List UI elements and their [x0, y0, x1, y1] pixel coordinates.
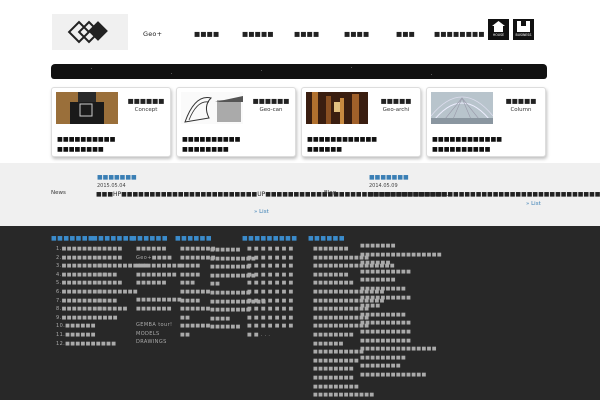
footer-heading[interactable]: ■■■■■■ — [308, 235, 395, 242]
nav-item-3[interactable]: ■■■■■ — [242, 30, 274, 38]
footer-link[interactable]: ■■■■ — [360, 302, 442, 311]
card-column[interactable]: ■■■■■ Column ■■■■■■■■■■■■ ■■■■■■■■■■ — [426, 87, 546, 157]
news-list-link[interactable]: » List — [254, 209, 269, 215]
card-description: ■■■■■■■■■■ ■■■■■■■■ — [57, 136, 116, 153]
nav-item-2[interactable]: ■■■■ — [194, 30, 219, 38]
nav-item-6[interactable]: ■■■ — [396, 30, 415, 38]
nav-item-7[interactable]: ■■■■■■■■ — [434, 30, 485, 38]
card-subtitle: Concept — [134, 107, 158, 113]
footer-link[interactable]: ■■■■■■■■■■■■■ — [360, 371, 442, 380]
main-nav: Geo+ ■■■■ ■■■■■ ■■■■ ■■■■ ■■■ ■■■■■■■■ — [140, 30, 485, 40]
blog-text[interactable]: ■■■■■■■■■■■■■■■■■■■■■■■■■■■■■■■■■■■■■■■■… — [368, 191, 600, 200]
footer-link[interactable]: ■■■■■■ — [360, 259, 442, 268]
card-description: ■■■■■■■■■■ ■■■■■■■■ — [182, 136, 241, 153]
nav-item-4[interactable]: ■■■■ — [294, 30, 319, 38]
footer-link[interactable]: ■■■■■■■■■■■■■■■■ — [360, 251, 442, 260]
blog-list-link[interactable]: » List — [526, 201, 541, 207]
page: Geo+ ■■■■ ■■■■■ ■■■■ ■■■■ ■■■ ■■■■■■■■ H… — [0, 0, 600, 400]
house-button-label: HOUSE — [492, 33, 505, 37]
nav-item-5[interactable]: ■■■■ — [344, 30, 369, 38]
footer-link[interactable]: ■■■■■■■■■ — [360, 285, 442, 294]
footer-link[interactable]: ■■■■■■■■■■■■■■■ — [360, 345, 442, 354]
card-concept[interactable]: ■■■■■■ Concept ■■■■■■■■■■ ■■■■■■■■ — [51, 87, 171, 157]
footer-link[interactable]: DRAWINGS — [136, 338, 182, 347]
footer-link[interactable]: ■■■■■■■■■ — [360, 311, 442, 320]
hero-banner — [51, 64, 547, 79]
footer-link[interactable]: ■■■■■■■■■ — [313, 383, 395, 392]
footer-link[interactable]: 11.■■■■■■ — [56, 331, 118, 340]
footer: ■■■■■■■ 1.■■■■■■■ 2.■■■■■■■ 3.■■■■■■■■■ 4.■… — [0, 226, 600, 400]
footer-heading[interactable]: ■■■■■■ — [175, 235, 216, 242]
card-subtitle: Geo-can — [259, 107, 283, 113]
footer-link[interactable]: ■■■■■■■■■ — [360, 354, 442, 363]
card-geo-archi[interactable]: ■■■■■ Geo-archi ■■■■■■■■■■■■ ■■■■■■ — [301, 87, 421, 157]
footer-link[interactable]: ■■■■■■■■■■ — [360, 268, 442, 277]
business-button-label: BUSINESS — [515, 33, 532, 37]
business-button[interactable]: BUSINESS — [513, 19, 534, 40]
blog-label: Blog — [324, 190, 337, 196]
card-subtitle: Geo-archi — [382, 107, 410, 113]
house-button[interactable]: HOUSE — [488, 19, 509, 40]
card-description: ■■■■■■■■■■■■ ■■■■■■■■■■ — [432, 136, 503, 153]
news-date: 2015.05.04 — [97, 183, 126, 189]
footer-link[interactable]: ■■■■■■■■ — [360, 362, 442, 371]
card-description: ■■■■■■■■■■■■ ■■■■■■ — [307, 136, 378, 153]
card-image-concept — [56, 92, 118, 124]
footer-link[interactable]: 9.■■■■■■■■■■■ — [56, 314, 118, 323]
footer-link[interactable]: ■■■■■■■■■■■■ — [313, 391, 395, 400]
card-title: ■■■■■■ — [127, 97, 165, 105]
house-icon — [492, 21, 505, 32]
card-title: ■■■■■ — [505, 97, 537, 105]
news-blog-strip: News ■■■■■■■ 2015.05.04 ■■■HP■■■■■■■■■■■… — [0, 163, 600, 226]
building-icon — [517, 21, 530, 32]
footer-link[interactable]: ■■■■■■■ — [360, 276, 442, 285]
footer-link[interactable]: ■■■■■■■■■■ — [360, 337, 442, 346]
card-subtitle: Column — [510, 107, 532, 113]
card-image-geo-can — [181, 92, 243, 124]
footer-link[interactable]: 12.■■■■■■■■■■ — [56, 340, 118, 349]
news-title[interactable]: ■■■■■■■ — [97, 174, 137, 181]
nav-item-geo-plus[interactable]: Geo+ — [143, 30, 162, 38]
blog-date: 2014.05.09 — [369, 183, 398, 189]
blog-title[interactable]: ■■■■■■■ — [369, 174, 409, 181]
footer-link[interactable]: ■■■■■■■■■■ — [360, 319, 442, 328]
footer-link[interactable]: 10.■■■■■■ — [56, 322, 118, 331]
footer-col-8: ■■■■■■■ ■■■■■■■■■■■■■■■■ ■■■■■■ ■■■■■■■■■■ ■… — [360, 242, 442, 380]
site-logo[interactable] — [52, 14, 128, 50]
card-image-column — [431, 92, 493, 124]
footer-link[interactable]: ■■■■■■■■■■ — [360, 328, 442, 337]
card-title: ■■■■■ — [380, 97, 412, 105]
footer-grid-text[interactable]: ■■■■■■■■■■■■■■■■■■■■■■■■■■■■■■■■■■■■■■■■… — [242, 245, 298, 340]
news-label: News — [51, 190, 66, 196]
footer-heading[interactable]: ■■■■■■■■■ — [242, 235, 298, 242]
card-title: ■■■■■■ — [252, 97, 290, 105]
footer-link[interactable]: ■■■■■■■ — [360, 242, 442, 251]
news-text[interactable]: ■■■HP■■■■■■■■■■■■■■■■■■■■■■■■UP■■■■■■■■■… — [96, 191, 452, 200]
footer-col-6: ■■■■■■■■■ ■■■■■■■■■■■■■■■■■■■■■■■■■■■■■■… — [242, 235, 298, 340]
card-image-geo-archi — [306, 92, 368, 124]
footer-link[interactable]: ■■■■■■■■■■ — [360, 294, 442, 303]
card-geo-can[interactable]: ■■■■■■ Geo-can ■■■■■■■■■■ ■■■■■■■■ — [176, 87, 296, 157]
logo-mark-icon — [67, 20, 108, 44]
footer-link[interactable]: ■■ — [180, 331, 216, 340]
